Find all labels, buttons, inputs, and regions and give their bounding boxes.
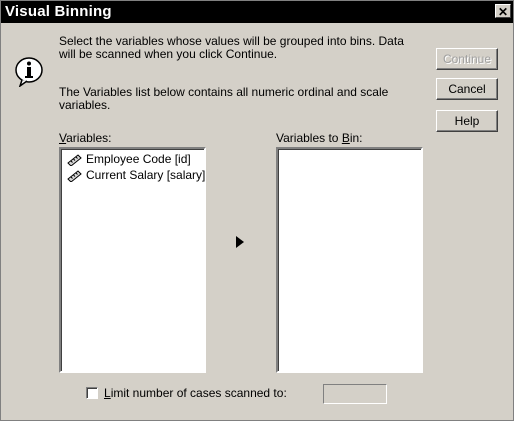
variables-label: Variables: [59, 131, 112, 145]
ruler-icon [67, 154, 82, 167]
cancel-button[interactable]: Cancel [436, 78, 498, 100]
list-item-label: Current Salary [salary] [86, 168, 206, 182]
intro-line-3: The Variables list below contains all nu… [59, 85, 389, 99]
intro-line-4: variables. [59, 98, 111, 112]
visual-binning-dialog: Visual Binning ✕ Select the variables wh… [0, 0, 514, 421]
close-button[interactable]: ✕ [495, 4, 511, 19]
limit-cases-checkbox[interactable] [86, 387, 98, 399]
variables-to-bin-list[interactable] [276, 147, 423, 373]
list-item-current-salary[interactable]: Current Salary [salary] [67, 167, 205, 183]
move-to-bin-button[interactable] [236, 236, 244, 248]
title-bar: Visual Binning ✕ [1, 1, 513, 23]
dialog-title: Visual Binning [5, 3, 112, 20]
info-icon [13, 55, 45, 88]
variables-list[interactable]: Employee Code [id] Current Salary [salar… [59, 147, 206, 373]
variables-to-bin-label: Variables to Bin: [276, 131, 363, 145]
ruler-icon [67, 170, 82, 183]
continue-button[interactable]: Continue [436, 48, 498, 70]
intro-line-2: will be scanned when you click Continue. [59, 47, 278, 61]
limit-cases-label: Limit number of cases scanned to: [104, 386, 287, 400]
list-item-employee-code[interactable]: Employee Code [id] [67, 151, 191, 167]
list-item-label: Employee Code [id] [86, 152, 191, 166]
help-button[interactable]: Help [436, 110, 498, 132]
limit-cases-field[interactable] [323, 384, 387, 404]
intro-line-1: Select the variables whose values will b… [59, 34, 404, 48]
